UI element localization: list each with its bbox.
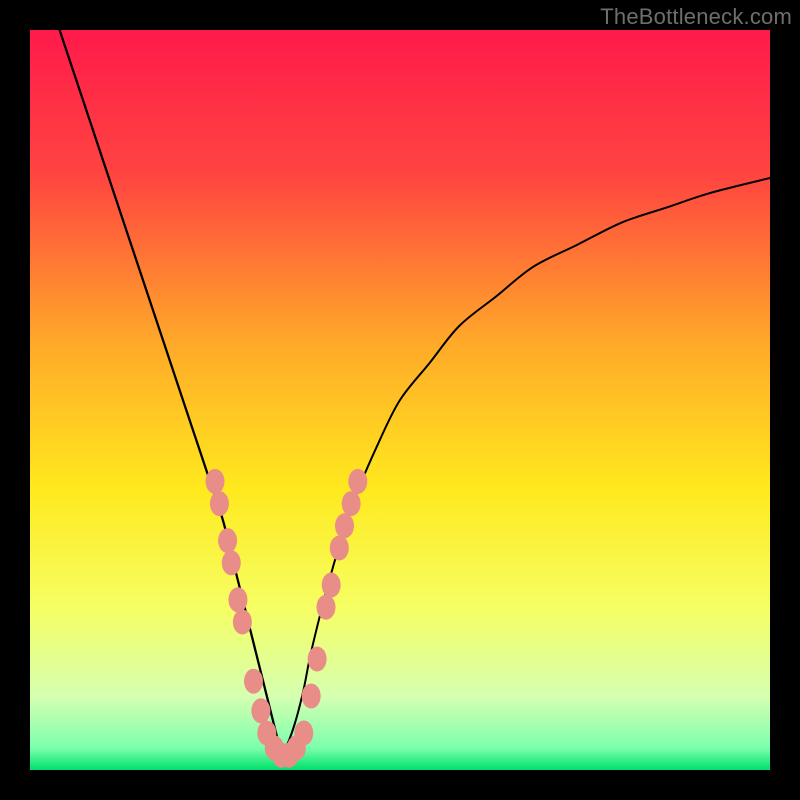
curve-left xyxy=(60,30,282,755)
marker-dot xyxy=(222,550,241,575)
marker-dot xyxy=(342,491,361,516)
marker-dot xyxy=(348,469,367,494)
marker-dot xyxy=(228,587,247,612)
chart-svg xyxy=(30,30,770,770)
curve-right xyxy=(282,178,770,755)
marker-dot xyxy=(210,491,229,516)
marker-dot xyxy=(308,647,327,672)
marker-dot xyxy=(317,595,336,620)
marker-group xyxy=(206,469,368,768)
marker-dot xyxy=(244,669,263,694)
marker-dot xyxy=(322,573,341,598)
marker-dot xyxy=(335,513,354,538)
outer-frame: TheBottleneck.com xyxy=(0,0,800,800)
marker-dot xyxy=(330,536,349,561)
watermark-text: TheBottleneck.com xyxy=(600,4,792,30)
marker-dot xyxy=(251,698,270,723)
marker-dot xyxy=(294,721,313,746)
marker-dot xyxy=(206,469,225,494)
marker-dot xyxy=(233,610,252,635)
marker-dot xyxy=(302,684,321,709)
marker-dot xyxy=(218,528,237,553)
plot-area xyxy=(30,30,770,770)
